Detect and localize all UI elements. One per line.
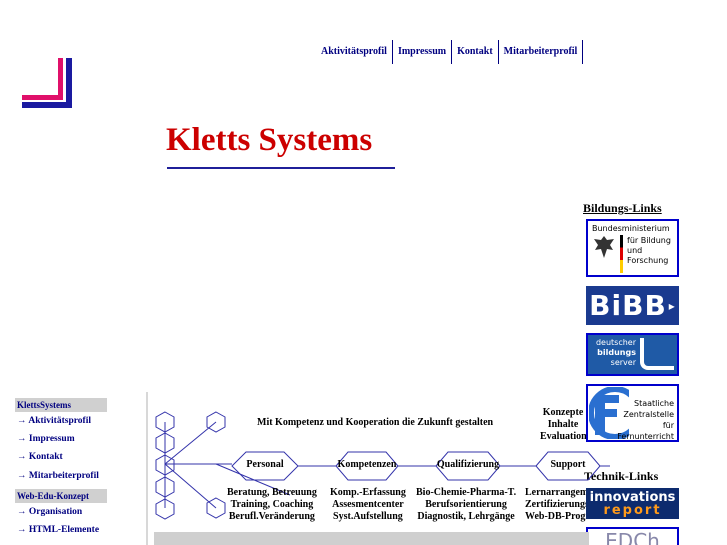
content-bottom-bar (154, 532, 589, 545)
column-text: Syst.Aufstellung (333, 511, 403, 522)
menu-item-mitarbeiterprofil[interactable]: → Mitarbeiterprofil (17, 471, 99, 481)
nav-link-aktivitaetsprofil[interactable]: Aktivitätsprofil (316, 40, 393, 64)
column-kompetenzen: Komp.-Erfassung Assesmentcenter Syst.Auf… (330, 487, 406, 523)
column-text: Assesmentcenter (332, 499, 404, 510)
hex-label-qualifizierung[interactable]: Qualifizierung (428, 459, 508, 470)
column-text: Beratung, Betreuung (227, 487, 317, 498)
dbs-line-3: server (610, 358, 636, 367)
bmbf-line-1: Bundesministerium (592, 224, 670, 233)
edch-logo-text: EDCh (605, 529, 660, 545)
top-nav: Aktivitätsprofil Impressum Kontakt Mitar… (316, 40, 584, 64)
column-text: Berufsorientierung (425, 499, 507, 510)
hex-label-support[interactable]: Support (528, 459, 608, 470)
hex-label-kompetenzen[interactable]: Kompetenzen (327, 459, 407, 470)
konzept-line: Evaluation (540, 431, 586, 442)
menu-item-organisation[interactable]: → Organisation (17, 507, 82, 517)
konzept-line: Konzepte (542, 407, 584, 418)
flag-stripe (620, 235, 623, 273)
content-heading: Mit Kompetenz und Kooperation die Zukunf… (257, 417, 494, 428)
column-text: Bio-Chemie-Pharma-T. (416, 487, 517, 498)
nav-link-kontakt[interactable]: Kontakt (452, 40, 499, 64)
site-logo (22, 58, 72, 108)
zfu-line-3: für (662, 421, 674, 430)
column-text: Lernarrangements (525, 487, 586, 498)
column-qualifizierung: Bio-Chemie-Pharma-T. Berufsorientierung … (416, 487, 516, 523)
konzept-line: Inhalte (547, 419, 579, 430)
menu-heading-klettssystems[interactable]: KlettsSystems (15, 398, 107, 412)
hex-label-personal[interactable]: Personal (225, 459, 305, 470)
zfu-line-2: Zentralstelle (623, 410, 674, 419)
page-title: Kletts Systems (166, 122, 373, 158)
nav-link-mitarbeiterprofil[interactable]: Mitarbeiterprofil (499, 40, 584, 64)
bibb-logo-text: BiBB (589, 289, 667, 322)
column-support: Lernarrangements Zertifizierungsstelle W… (525, 487, 586, 523)
bmbf-line-2: für Bildung (627, 236, 671, 245)
konzept-labels: Konzepte Inhalte Evaluation (540, 407, 586, 443)
menu-item-kontakt[interactable]: → Kontakt (17, 452, 63, 462)
zfu-line-1: Staatliche (634, 399, 674, 408)
bibb-link[interactable]: BiBB ▸ (586, 286, 679, 325)
menu-item-aktivitaetsprofil[interactable]: → Aktivitätsprofil (17, 416, 91, 426)
eagle-icon (594, 236, 614, 258)
dbs-line-2: bildungs (597, 348, 636, 357)
menu-item-html-elemente[interactable]: → HTML-Elemente (17, 525, 99, 535)
column-text: Komp.-Erfassung (330, 487, 406, 498)
bmbf-line-3: und (627, 246, 643, 255)
arrow-icon: ▸ (668, 298, 676, 313)
bmbf-line-4: Forschung (627, 256, 669, 265)
menu-heading-web-edu-konzept[interactable]: Web-Edu-Konzept (15, 489, 107, 503)
nav-link-impressum[interactable]: Impressum (393, 40, 453, 64)
bmbf-link[interactable]: Bundesministerium für Bildung und Forsch… (586, 219, 679, 277)
title-underline (167, 167, 395, 169)
dbs-line-1: deutscher (595, 338, 636, 347)
column-personal: Beratung, Betreuung Training, Coaching B… (227, 487, 317, 523)
zfu-line-4: Fernunterricht (617, 432, 674, 441)
column-text: Diagnostik, Lehrgänge (417, 511, 515, 522)
column-text: Berufl.Veränderung (228, 511, 315, 522)
bildungsserver-link[interactable]: deutscher bildungs server (586, 333, 679, 376)
menu-item-impressum[interactable]: → Impressum (17, 434, 75, 444)
column-text: Web-DB-Programme (525, 511, 586, 522)
column-text: Zertifizierungsstelle (525, 499, 586, 510)
bildungsserver-logo-icon (640, 338, 674, 370)
column-text: Training, Coaching (230, 499, 314, 510)
bildungs-links-heading: Bildungs-Links (583, 201, 662, 215)
